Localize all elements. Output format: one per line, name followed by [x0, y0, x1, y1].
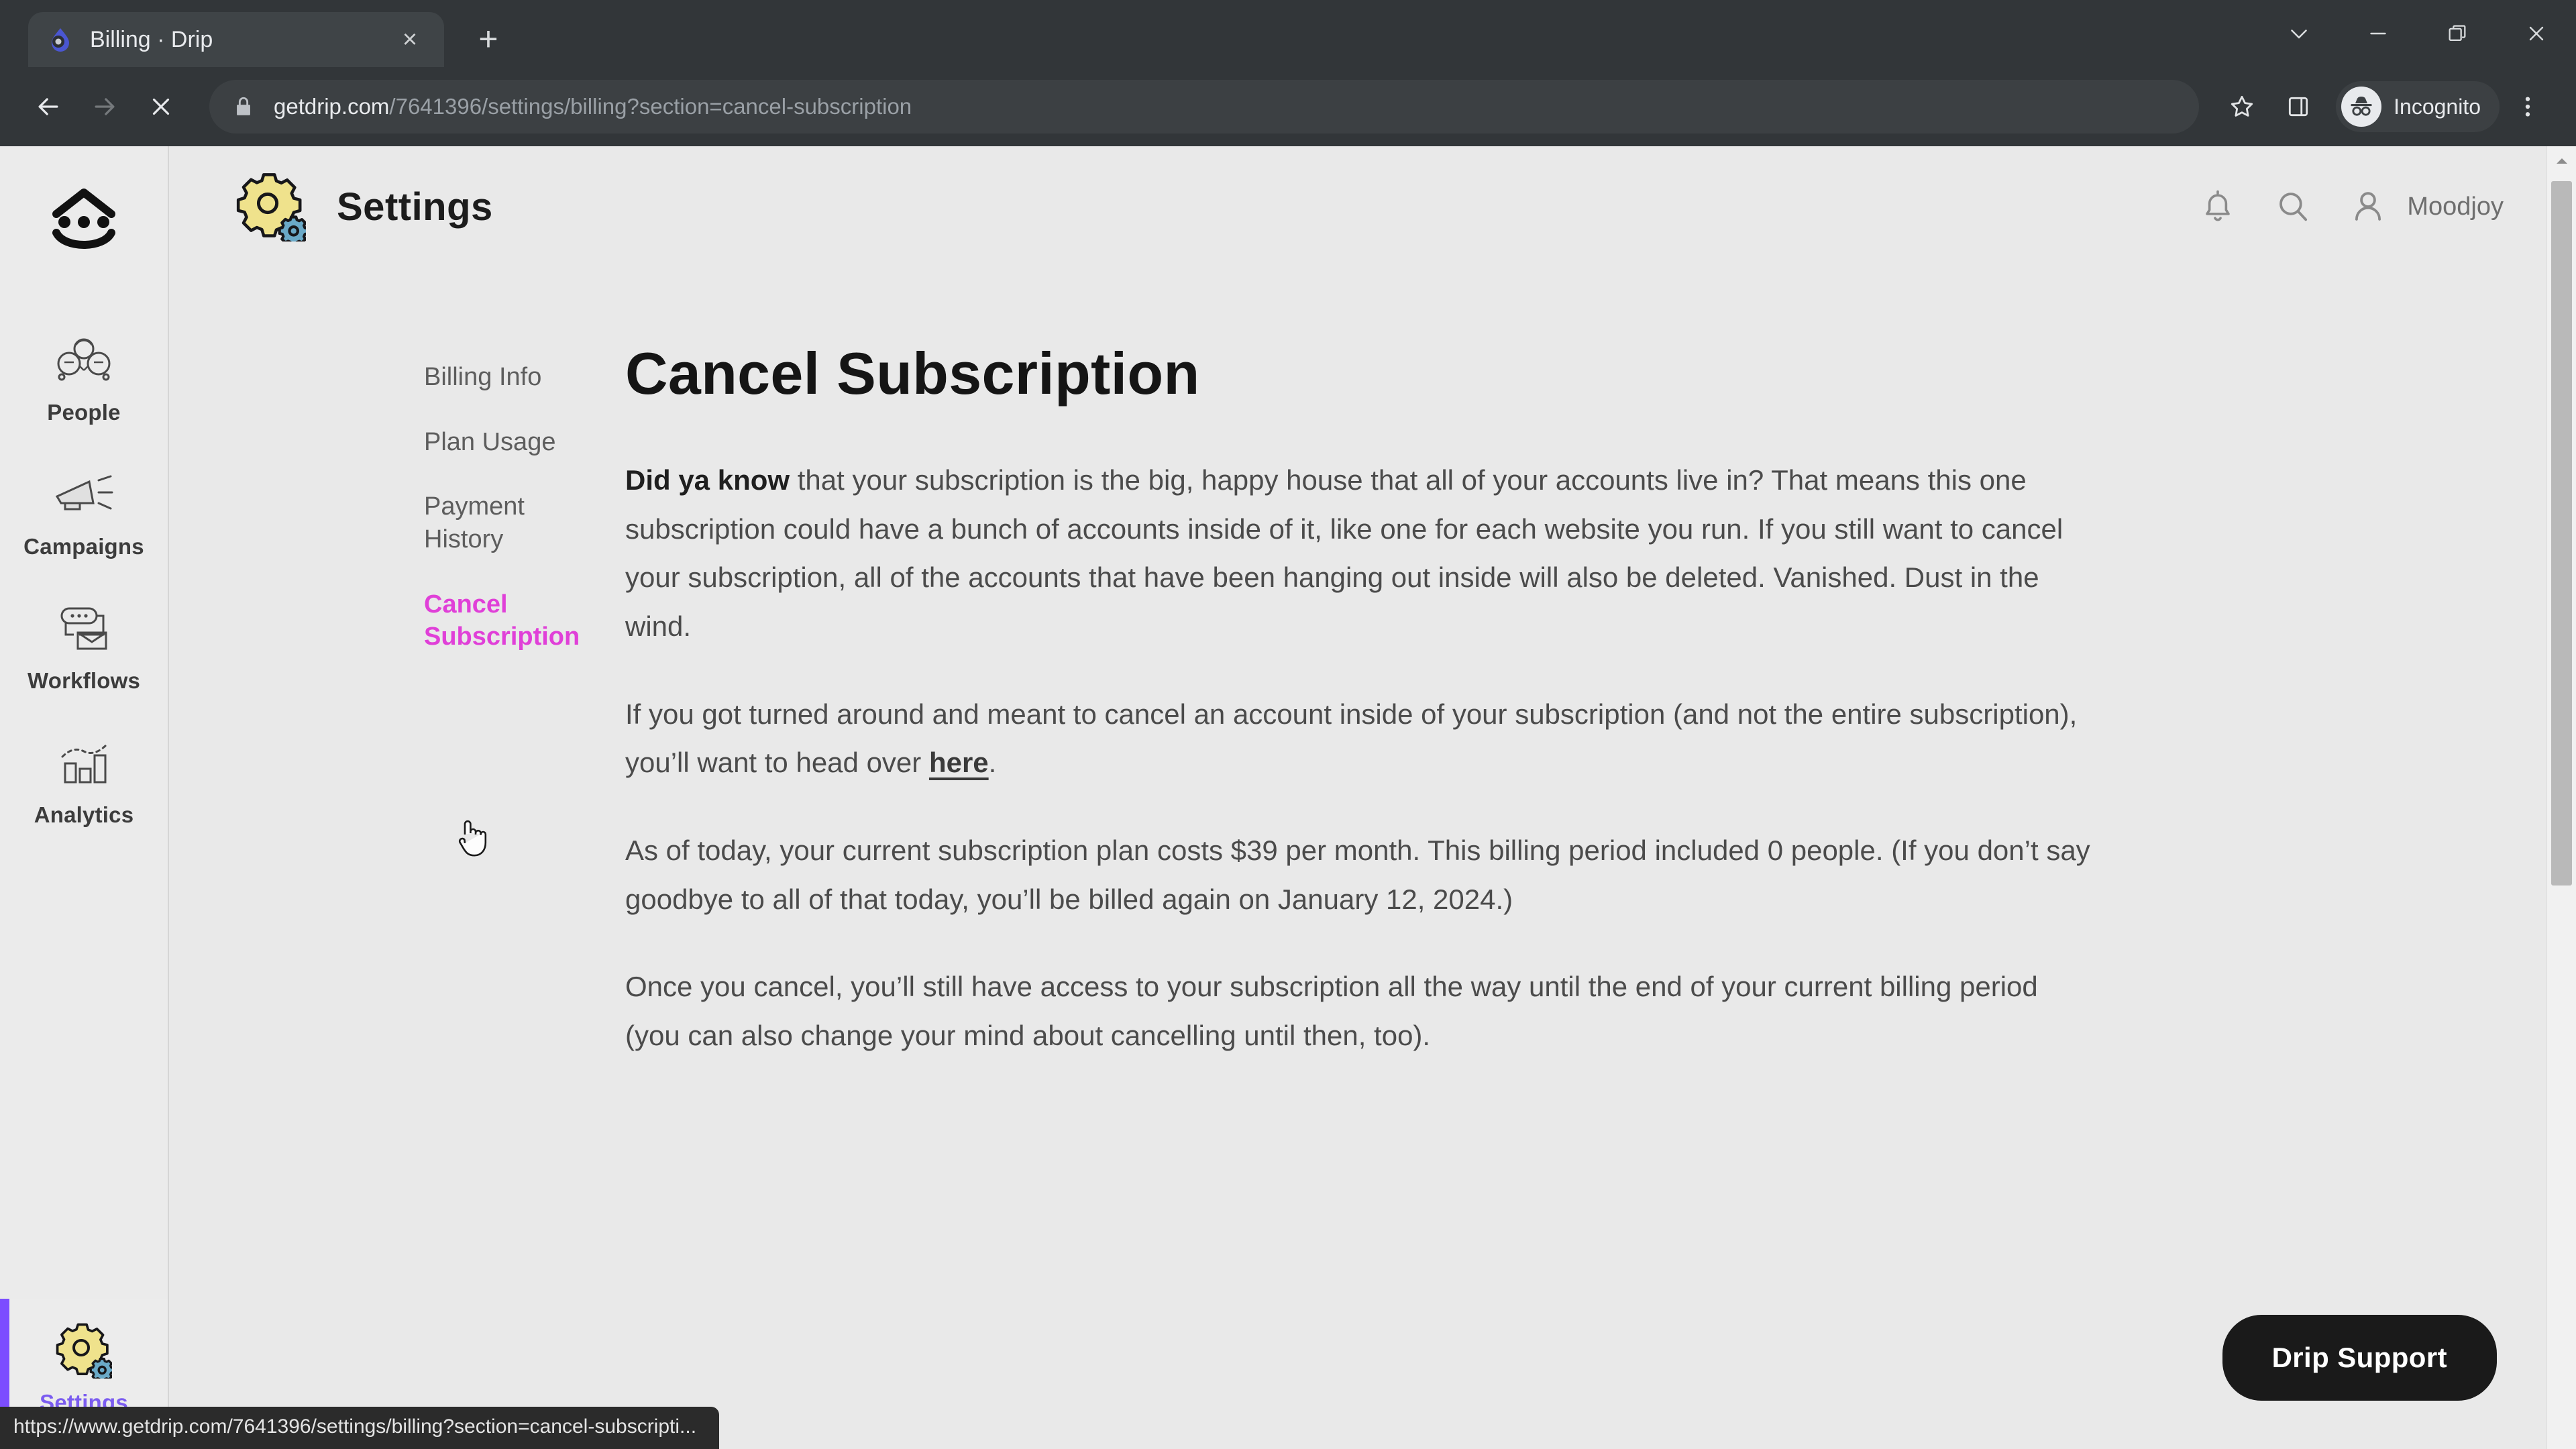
back-button-icon[interactable] [20, 78, 76, 135]
user-icon [2347, 185, 2390, 228]
sidebar-item-workflows[interactable]: Workflows [0, 577, 168, 711]
side-panel-icon[interactable] [2270, 78, 2326, 135]
people-icon [53, 327, 115, 393]
page-viewport: People Campaigns Workflows Analytics Set… [0, 146, 2576, 1449]
minimize-window-icon[interactable] [2339, 0, 2418, 67]
article-body: Cancel Subscription Did ya know that you… [598, 267, 2316, 1449]
three-dot-menu-icon[interactable] [2500, 78, 2556, 135]
here-link[interactable]: here [929, 747, 989, 778]
address-path: /7641396/settings/billing?section=cancel… [389, 94, 912, 119]
scroll-up-arrow-icon[interactable] [2547, 146, 2576, 176]
article-paragraph-2-after: . [988, 747, 997, 779]
window-controls [2259, 0, 2576, 67]
sidebar-item-analytics[interactable]: Analytics [0, 711, 168, 845]
close-tab-icon[interactable]: × [393, 23, 427, 56]
browser-toolbar: getdrip.com/7641396/settings/billing?sec… [0, 67, 2576, 146]
page-header: Settings Moodjoy [169, 146, 2546, 267]
user-menu[interactable]: Moodjoy [2347, 185, 2504, 228]
incognito-label: Incognito [2394, 94, 2481, 119]
sidebar-item-people[interactable]: People [0, 309, 168, 443]
page-scrollbar[interactable] [2546, 146, 2576, 1449]
new-tab-button[interactable]: + [464, 15, 513, 63]
search-icon[interactable] [2271, 185, 2314, 228]
app-sidebar: People Campaigns Workflows Analytics Set… [0, 146, 169, 1449]
tab-strip: Billing · Drip × + [0, 0, 2576, 67]
workflow-icon [52, 596, 115, 661]
bar-chart-icon [53, 730, 115, 796]
drip-smiley-logo-icon[interactable] [42, 184, 126, 258]
sub-nav-item-payment-history[interactable]: Payment History [424, 490, 598, 555]
sub-nav-item-plan-usage[interactable]: Plan Usage [424, 426, 598, 459]
sidebar-label-workflows: Workflows [27, 668, 141, 693]
browser-tab[interactable]: Billing · Drip × [28, 12, 444, 67]
address-host: getdrip.com [274, 94, 390, 119]
address-bar-text: getdrip.com/7641396/settings/billing?sec… [274, 94, 912, 119]
article-paragraph-2: If you got turned around and meant to ca… [625, 690, 2094, 788]
incognito-profile-button[interactable]: Incognito [2336, 81, 2500, 132]
gear-icon [233, 169, 309, 244]
lock-icon [232, 95, 255, 118]
drip-support-button[interactable]: Drip Support [2222, 1315, 2497, 1401]
bell-icon[interactable] [2196, 185, 2239, 228]
article-heading: Cancel Subscription [625, 340, 1200, 407]
sidebar-label-analytics: Analytics [34, 802, 134, 827]
article-paragraph-4: Once you cancel, you’ll still have acces… [625, 971, 2038, 1051]
sidebar-item-campaigns[interactable]: Campaigns [0, 443, 168, 577]
sub-nav-item-billing-info[interactable]: Billing Info [424, 361, 598, 394]
header-actions: Moodjoy [2196, 185, 2504, 228]
scrollbar-thumb[interactable] [2551, 181, 2572, 885]
close-window-icon[interactable] [2497, 0, 2576, 67]
drip-favicon-icon [46, 25, 75, 54]
sub-nav-item-cancel-subscription[interactable]: Cancel Subscription [424, 588, 598, 653]
maximize-window-icon[interactable] [2418, 0, 2497, 67]
bookmark-star-icon[interactable] [2214, 78, 2270, 135]
incognito-icon [2341, 87, 2382, 127]
gear-icon [56, 1318, 112, 1383]
article-paragraph-1: Did ya know that your subscription is th… [625, 456, 2094, 651]
username-label: Moodjoy [2407, 192, 2504, 221]
tab-search-chevron-down-icon[interactable] [2259, 0, 2339, 67]
browser-window: Billing · Drip × + getdrip.com/7641396/s… [0, 0, 2576, 1449]
content-row: Billing Info Plan Usage Payment History … [169, 267, 2546, 1449]
article-lead-in: Did ya know [625, 464, 790, 496]
sidebar-label-campaigns: Campaigns [23, 534, 144, 559]
article-paragraph-1-rest: that your subscription is the big, happy… [625, 464, 2063, 642]
article-paragraph-2-before: If you got turned around and meant to ca… [625, 698, 2078, 779]
tab-title: Billing · Drip [90, 26, 213, 52]
settings-sub-nav: Billing Info Plan Usage Payment History … [169, 267, 598, 1449]
article-paragraph-3: As of today, your current subscription p… [625, 834, 2090, 915]
address-bar[interactable]: getdrip.com/7641396/settings/billing?sec… [209, 80, 2200, 133]
status-bar-url: https://www.getdrip.com/7641396/settings… [0, 1407, 720, 1449]
page-title: Settings [337, 184, 493, 229]
main-column: Settings Moodjoy Billing Info Plan Usage… [169, 146, 2546, 1449]
forward-button-icon[interactable] [76, 78, 133, 135]
sidebar-label-people: People [47, 400, 121, 425]
stop-loading-button-icon[interactable] [133, 78, 189, 135]
megaphone-icon [52, 462, 116, 527]
